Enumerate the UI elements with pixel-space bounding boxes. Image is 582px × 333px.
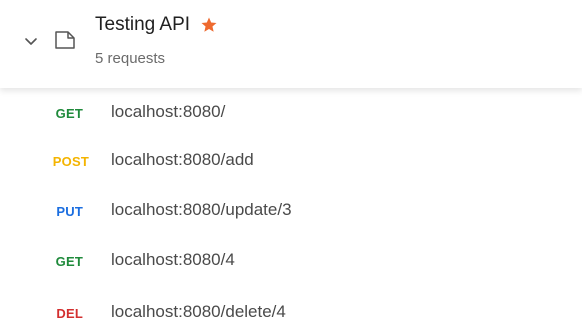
method-badge: GET <box>55 254 83 269</box>
request-url: localhost:8080/4 <box>111 250 235 269</box>
method-badge: PUT <box>56 204 83 219</box>
request-url: localhost:8080/add <box>111 150 254 169</box>
collection-panel: Testing API 5 requests GET localhost:808… <box>0 0 582 333</box>
collection-title-row: Testing API <box>95 14 218 36</box>
star-icon[interactable] <box>200 16 218 34</box>
method-badge: POST <box>52 154 89 169</box>
request-row-put-update[interactable]: PUT localhost:8080/update/3 <box>0 192 582 236</box>
method-badge: GET <box>55 106 83 121</box>
collection-header[interactable]: Testing API 5 requests <box>0 0 582 88</box>
request-count: 5 requests <box>95 50 166 67</box>
request-row-delete-4[interactable]: DEL localhost:8080/delete/4 <box>0 294 582 333</box>
request-url: localhost:8080/update/3 <box>111 200 292 219</box>
folder-icon <box>53 28 77 52</box>
method-badge: DEL <box>56 306 83 321</box>
request-row-get-root[interactable]: GET localhost:8080/ <box>0 94 582 138</box>
request-row-get-4[interactable]: GET localhost:8080/4 <box>0 242 582 286</box>
request-row-post-add[interactable]: POST localhost:8080/add <box>0 142 582 186</box>
collection-title[interactable]: Testing API <box>95 14 190 36</box>
request-url: localhost:8080/delete/4 <box>111 302 286 321</box>
chevron-down-icon[interactable] <box>22 32 40 50</box>
request-url: localhost:8080/ <box>111 102 226 121</box>
